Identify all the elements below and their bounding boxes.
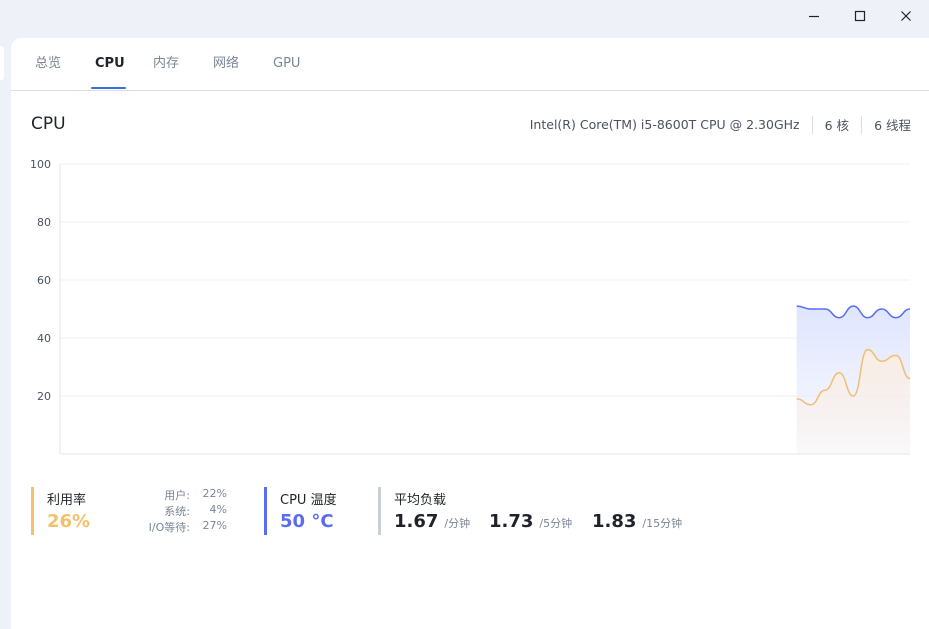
tab-gpu[interactable]: GPU	[273, 55, 300, 73]
tab-memory[interactable]: 内存	[153, 55, 179, 73]
load-15min: 1.83/15分钟	[592, 511, 682, 532]
usage-system-value: 4%	[209, 503, 227, 516]
tab-cpu[interactable]: CPU	[95, 55, 125, 73]
temperature-value: 50 °C	[280, 511, 334, 532]
temperature-label: CPU 温度	[280, 493, 337, 508]
y-tick-label: 20	[37, 390, 51, 403]
y-tick-label: 60	[37, 274, 51, 287]
load-15min-unit: /15分钟	[642, 517, 683, 530]
cpu-model: Intel(R) Core(TM) i5-8600T CPU @ 2.30GHz	[529, 117, 800, 132]
cpu-threads: 6 线程	[874, 118, 911, 133]
close-icon	[901, 11, 911, 21]
usage-iowait-row: I/O等待: 27%	[130, 519, 227, 535]
cpu-cores: 6 核	[824, 118, 850, 133]
divider	[861, 115, 863, 134]
cpu-info: Intel(R) Core(TM) i5-8600T CPU @ 2.30GHz…	[530, 115, 911, 134]
load-15min-value: 1.83	[592, 511, 637, 532]
minimize-icon	[809, 15, 819, 18]
load-5min: 1.73/5分钟	[489, 511, 572, 532]
section-title: CPU	[31, 114, 66, 134]
load-stat: 平均负载 1.67/分钟 1.73/5分钟 1.83/15分钟	[378, 487, 754, 535]
maximize-button[interactable]	[837, 0, 883, 32]
main-panel: 总览 CPU 内存 网络 GPU CPU Intel(R) Core(TM) i…	[11, 38, 929, 629]
temperature-stat: CPU 温度 50 °C	[264, 487, 360, 535]
close-button[interactable]	[883, 0, 929, 32]
usage-system-key: 系统:	[164, 505, 190, 518]
divider	[811, 115, 813, 134]
y-tick-label: 100	[30, 158, 51, 171]
load-1min-unit: /分钟	[444, 517, 471, 530]
y-tick-label: 40	[37, 332, 51, 345]
usage-value: 26%	[47, 511, 91, 532]
usage-label: 利用率	[47, 493, 87, 508]
window-controls	[791, 0, 929, 36]
load-5min-unit: /5分钟	[539, 517, 573, 530]
stats-row: 利用率 26% 用户: 22% 系统: 4% I/O等待: 27% CPU 温度…	[31, 487, 911, 537]
usage-user-row: 用户: 22%	[130, 487, 227, 503]
usage-user-value: 22%	[202, 487, 227, 500]
usage-iowait-value: 27%	[202, 519, 227, 532]
tab-bar: 总览 CPU 内存 网络 GPU	[11, 38, 929, 91]
active-tab-indicator	[91, 87, 126, 89]
maximize-icon	[854, 10, 866, 22]
usage-user-key: 用户:	[164, 489, 190, 502]
sidebar-edge	[0, 46, 4, 80]
tab-network[interactable]: 网络	[213, 55, 239, 73]
usage-stat: 利用率 26% 用户: 22% 系统: 4% I/O等待: 27%	[31, 487, 227, 535]
load-1min: 1.67/分钟	[394, 511, 470, 532]
load-label: 平均负载	[394, 493, 447, 508]
y-tick-label: 80	[37, 216, 51, 229]
usage-iowait-key: I/O等待:	[148, 521, 190, 534]
usage-system-row: 系统: 4%	[130, 503, 227, 519]
cpu-usage-chart: 100 80 60 40 20	[30, 158, 911, 455]
load-5min-value: 1.73	[489, 511, 534, 532]
load-1min-value: 1.67	[394, 511, 439, 532]
minimize-button[interactable]	[791, 0, 837, 32]
tab-overview[interactable]: 总览	[35, 55, 61, 73]
